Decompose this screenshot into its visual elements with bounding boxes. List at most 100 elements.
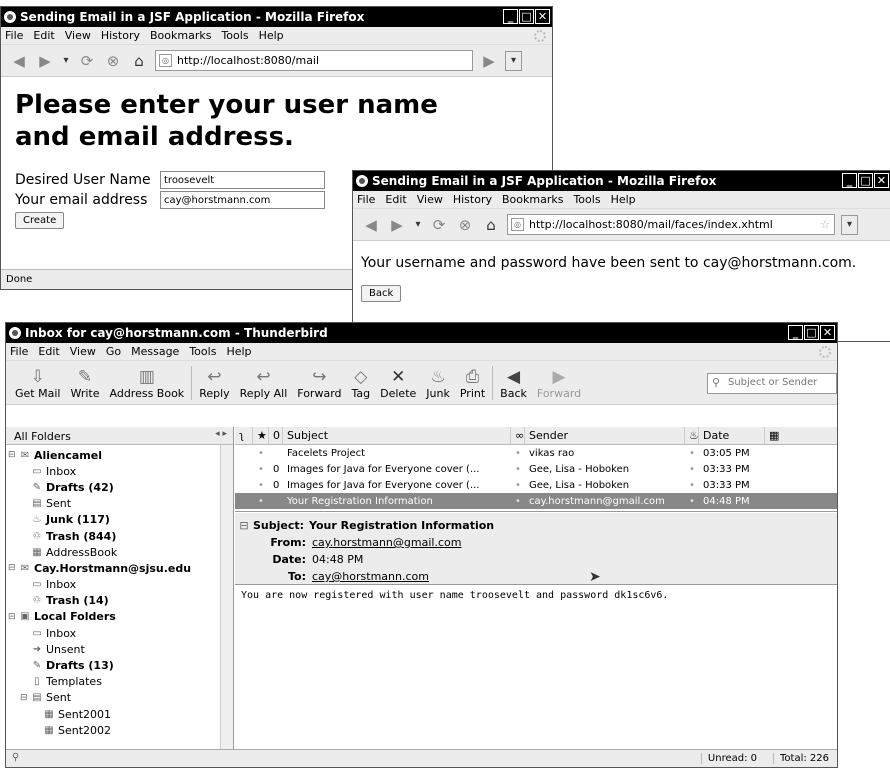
attachment-column-icon[interactable]: 0 bbox=[269, 427, 283, 444]
forward-nav-button[interactable]: ▶ Forward bbox=[537, 367, 581, 400]
minimize-button[interactable]: _ bbox=[842, 173, 857, 188]
back-arrow-icon[interactable]: ◀ bbox=[9, 51, 29, 71]
url-bar[interactable]: ◎ http://localhost:8080/mail/faces/index… bbox=[507, 214, 835, 235]
stop-icon[interactable]: ⊗ bbox=[103, 51, 123, 71]
menu-message[interactable]: Message bbox=[131, 345, 179, 358]
close-button[interactable]: ✕ bbox=[874, 173, 889, 188]
menu-tools[interactable]: Tools bbox=[221, 29, 248, 42]
url-dropdown-icon[interactable]: ▾ bbox=[505, 50, 522, 71]
folder-item[interactable]: ▦ Sent2001 bbox=[8, 706, 233, 722]
search-input[interactable]: ⚲ Subject or Sender bbox=[707, 373, 837, 394]
maximize-button[interactable]: □ bbox=[858, 173, 873, 188]
to-address[interactable]: cay@horstmann.com bbox=[312, 570, 429, 583]
folder-item[interactable]: ✎ Drafts (42) bbox=[8, 479, 233, 495]
junk-column-icon[interactable]: ♨ bbox=[685, 427, 699, 444]
menu-edit[interactable]: Edit bbox=[385, 193, 406, 206]
back-arrow-icon[interactable]: ◀ bbox=[361, 215, 381, 235]
folder-twisty-icon[interactable]: ⊟ bbox=[8, 563, 18, 573]
get-mail-button[interactable]: ⇩ Get Mail bbox=[15, 367, 60, 400]
folder-item[interactable]: ▦ AddressBook bbox=[8, 544, 233, 560]
folder-item[interactable]: ⊟ ▤ Sent bbox=[8, 690, 233, 706]
junk-button[interactable]: ♨ Junk bbox=[426, 367, 450, 400]
menu-view[interactable]: View bbox=[417, 193, 443, 206]
date-column-header[interactable]: Date bbox=[699, 427, 765, 444]
folder-twisty-icon[interactable]: ⊟ bbox=[20, 693, 30, 703]
menu-history[interactable]: History bbox=[453, 193, 492, 206]
menu-edit[interactable]: Edit bbox=[33, 29, 54, 42]
folder-item[interactable]: ⊟ ✉ Cay.Horstmann@sjsu.edu bbox=[8, 560, 233, 576]
message-row[interactable]: • Facelets Project • vikas rao • 03:05 PM bbox=[235, 445, 837, 461]
write-button[interactable]: ✎ Write bbox=[70, 367, 99, 400]
folder-item[interactable]: ▭ Inbox bbox=[8, 463, 233, 479]
subject-column-header[interactable]: Subject bbox=[283, 427, 511, 444]
menu-bookmarks[interactable]: Bookmarks bbox=[150, 29, 211, 42]
menu-go[interactable]: Go bbox=[106, 345, 121, 358]
minimize-button[interactable]: _ bbox=[788, 325, 803, 340]
create-button[interactable]: Create bbox=[15, 212, 65, 229]
menu-file[interactable]: File bbox=[5, 29, 23, 42]
maximize-button[interactable]: □ bbox=[804, 325, 819, 340]
history-dropdown-icon[interactable]: ▾ bbox=[413, 215, 423, 235]
folder-item[interactable]: ▭ Inbox bbox=[8, 625, 233, 641]
address-book-button[interactable]: ▥ Address Book bbox=[110, 367, 185, 400]
site-identity-icon[interactable]: ◎ bbox=[511, 218, 524, 231]
url-bar[interactable]: ◎ http://localhost:8080/mail bbox=[155, 50, 473, 71]
menu-help[interactable]: Help bbox=[611, 193, 636, 206]
folder-item[interactable]: ▤ Sent bbox=[8, 496, 233, 512]
back-button[interactable]: Back bbox=[361, 285, 402, 302]
folder-item[interactable]: ♲ Trash (14) bbox=[8, 593, 233, 609]
folder-item[interactable]: ✎ Drafts (13) bbox=[8, 657, 233, 673]
menu-tools[interactable]: Tools bbox=[573, 193, 600, 206]
home-icon[interactable]: ⌂ bbox=[129, 51, 149, 71]
bookmark-star-icon[interactable]: ☆ bbox=[820, 218, 830, 231]
delete-button[interactable]: ✕ Delete bbox=[380, 367, 416, 400]
title-bar[interactable]: Inbox for cay@horstmann.com - Thunderbir… bbox=[6, 323, 837, 343]
close-button[interactable]: ✕ bbox=[535, 9, 550, 24]
header-toggle-icon[interactable]: ⊟ bbox=[235, 519, 253, 532]
folder-item[interactable]: ⊟ ▣ Local Folders bbox=[8, 609, 233, 625]
menu-help[interactable]: Help bbox=[259, 29, 284, 42]
folder-item[interactable]: ▯ Templates bbox=[8, 674, 233, 690]
sender-column-header[interactable]: Sender bbox=[525, 427, 685, 444]
username-input[interactable] bbox=[160, 171, 325, 189]
folder-pane-header[interactable]: All Folders ◂ ▸ bbox=[6, 427, 233, 445]
tag-button[interactable]: ◇ Tag bbox=[352, 367, 371, 400]
folder-view-arrows-icon[interactable]: ◂ ▸ bbox=[215, 429, 227, 439]
menu-edit[interactable]: Edit bbox=[38, 345, 59, 358]
menu-bookmarks[interactable]: Bookmarks bbox=[502, 193, 563, 206]
home-icon[interactable]: ⌂ bbox=[481, 215, 501, 235]
message-body[interactable]: You are now registered with user name tr… bbox=[235, 586, 837, 749]
forward-arrow-icon[interactable]: ▶ bbox=[387, 215, 407, 235]
menu-file[interactable]: File bbox=[357, 193, 375, 206]
go-arrow-icon[interactable]: ▶ bbox=[479, 51, 499, 71]
menu-view[interactable]: View bbox=[70, 345, 96, 358]
history-dropdown-icon[interactable]: ▾ bbox=[61, 51, 71, 71]
reload-icon[interactable]: ⟳ bbox=[77, 51, 97, 71]
menu-help[interactable]: Help bbox=[226, 345, 251, 358]
minimize-button[interactable]: _ bbox=[503, 9, 518, 24]
folder-item[interactable]: ♨ Junk (117) bbox=[8, 512, 233, 528]
forward-arrow-icon[interactable]: ▶ bbox=[35, 51, 55, 71]
forward-button[interactable]: ↪ Forward bbox=[297, 367, 341, 400]
folder-twisty-icon[interactable]: ⊟ bbox=[8, 450, 18, 460]
reply-all-button[interactable]: ↩ Reply All bbox=[240, 367, 288, 400]
thread-column-icon[interactable]: ʅ bbox=[235, 427, 253, 444]
folder-item[interactable]: ▭ Inbox bbox=[8, 577, 233, 593]
menu-tools[interactable]: Tools bbox=[189, 345, 216, 358]
folder-item[interactable]: ➜ Unsent bbox=[8, 641, 233, 657]
column-picker-icon[interactable]: ▦ bbox=[765, 427, 779, 444]
message-row[interactable]: • Your Registration Information • cay.horst… bbox=[235, 493, 837, 509]
folder-item[interactable]: ▦ Sent2002 bbox=[8, 722, 233, 738]
message-row[interactable]: • 0 Images for Java for Everyone cover (..… bbox=[235, 461, 837, 477]
read-column-icon[interactable]: ∞ bbox=[511, 427, 525, 444]
menu-file[interactable]: File bbox=[10, 345, 28, 358]
menu-history[interactable]: History bbox=[101, 29, 140, 42]
back-button[interactable]: ◀ Back bbox=[500, 367, 527, 400]
title-bar[interactable]: Sending Email in a JSF Application - Moz… bbox=[1, 7, 552, 27]
email-input[interactable] bbox=[160, 191, 325, 209]
folder-item[interactable]: ⊟ ✉ Aliencamel bbox=[8, 447, 233, 463]
print-button[interactable]: ⎙ Print bbox=[460, 367, 485, 400]
folder-twisty-icon[interactable]: ⊟ bbox=[8, 612, 18, 622]
folder-item[interactable]: ♲ Trash (844) bbox=[8, 528, 233, 544]
close-button[interactable]: ✕ bbox=[820, 325, 835, 340]
